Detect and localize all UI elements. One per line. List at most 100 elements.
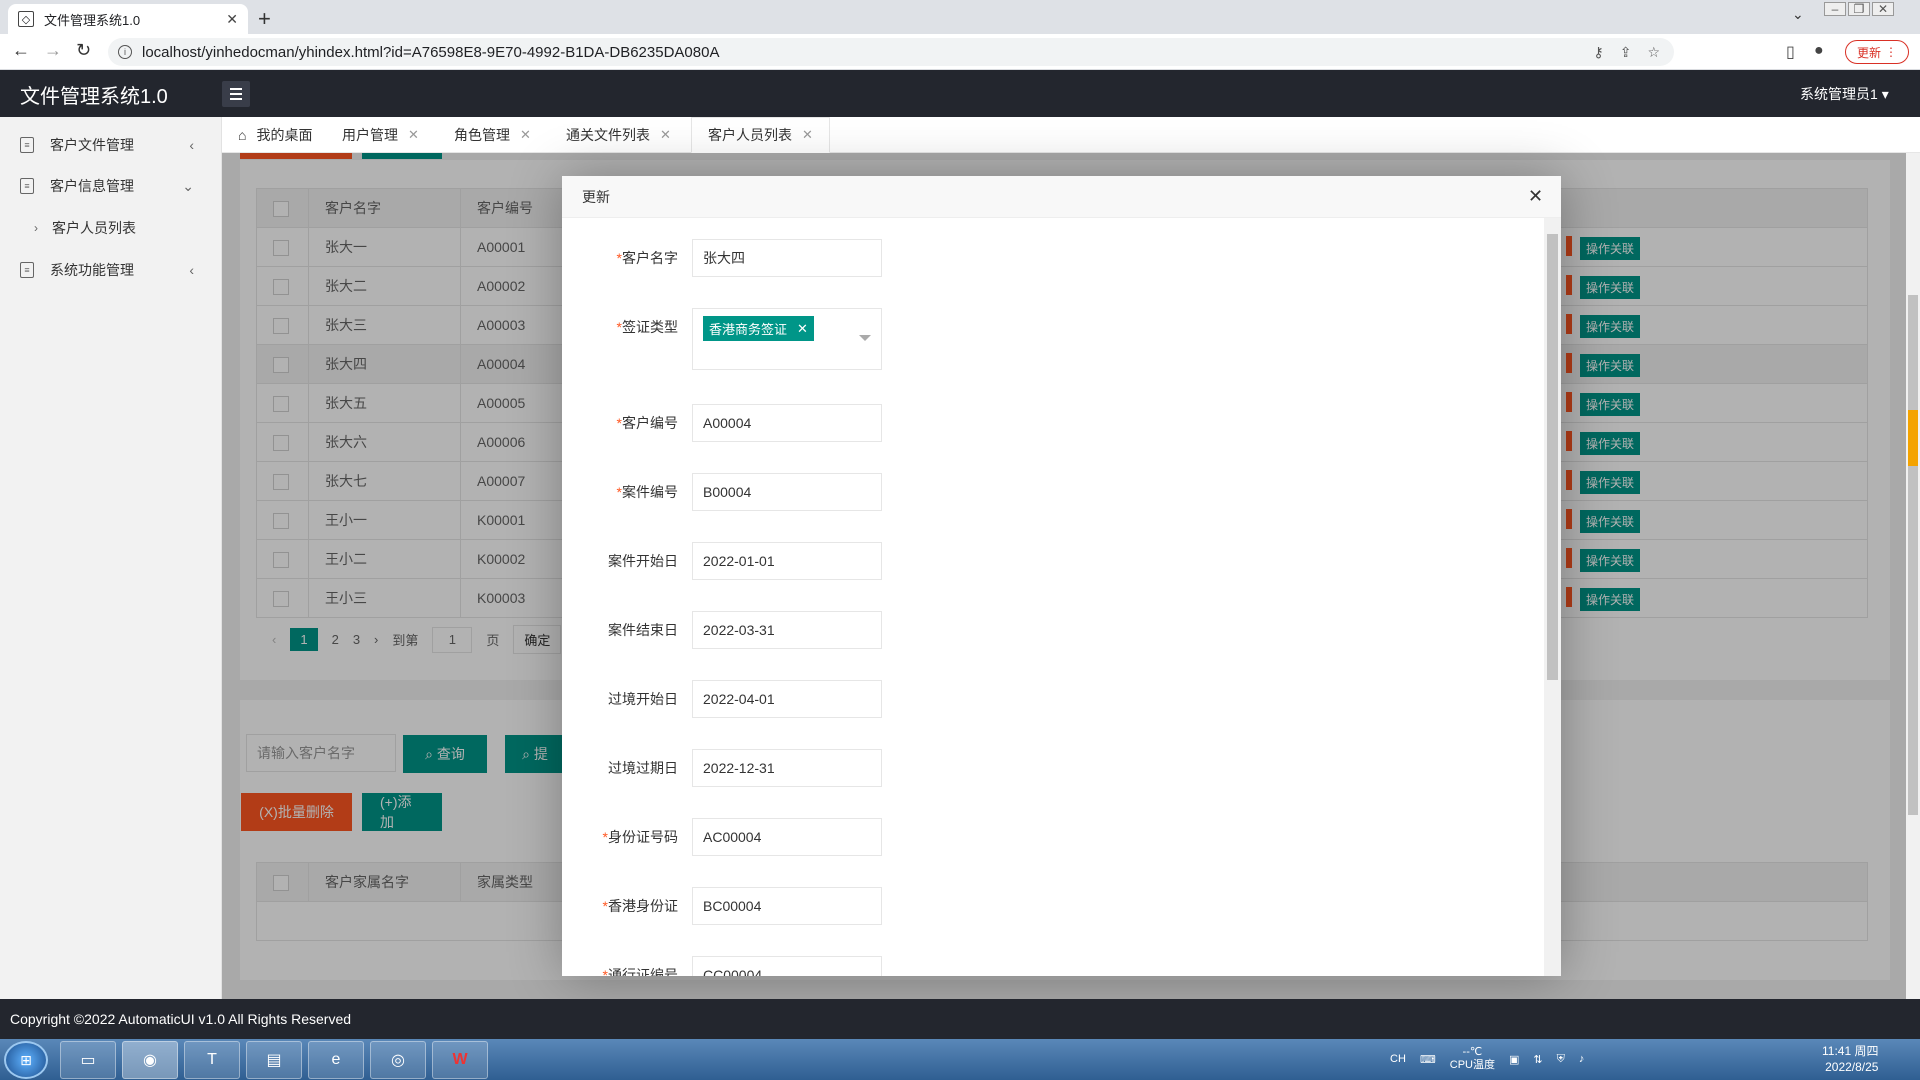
- tab-desktop[interactable]: ⌂ 我的桌面: [222, 117, 328, 153]
- close-icon[interactable]: ✕: [408, 127, 419, 143]
- home-icon: ⌂: [238, 127, 247, 143]
- site-info-icon[interactable]: i: [118, 45, 132, 59]
- case-start-field[interactable]: 2022-01-01: [692, 542, 882, 580]
- customer-name-field[interactable]: 张大四: [692, 239, 882, 277]
- close-tab-icon[interactable]: ✕: [226, 11, 238, 28]
- forward-icon[interactable]: →: [44, 40, 62, 61]
- visa-type-select[interactable]: 香港商务签证 ✕: [692, 308, 882, 370]
- form-row: *通行证编号 CC00004: [562, 956, 1462, 976]
- reload-icon[interactable]: ↻: [76, 40, 91, 61]
- minimize-icon[interactable]: –: [1824, 2, 1846, 16]
- taskbar-app-browser[interactable]: e: [308, 1041, 364, 1079]
- sidepanel-icon[interactable]: ▯: [1786, 42, 1795, 62]
- new-tab-icon[interactable]: +: [258, 6, 271, 32]
- permit-number-field[interactable]: CC00004: [692, 956, 882, 976]
- taskbar-app-text[interactable]: T: [184, 1041, 240, 1079]
- chevron-down-icon: ⌄: [182, 177, 194, 194]
- form-row: *客户编号 A00004: [562, 404, 1462, 442]
- dropdown-caret-icon: [859, 335, 871, 341]
- restore-icon[interactable]: ❐: [1848, 2, 1870, 16]
- case-end-field[interactable]: 2022-03-31: [692, 611, 882, 649]
- url-field[interactable]: i localhost/yinhedocman/yhindex.html?id=…: [108, 38, 1674, 66]
- close-icon[interactable]: ✕: [802, 127, 813, 143]
- chrome-icon: ◉: [143, 1052, 157, 1069]
- visa-chip: 香港商务签证 ✕: [703, 316, 814, 341]
- field-label: *客户名字: [616, 250, 678, 266]
- lang-indicator[interactable]: CH: [1390, 1053, 1406, 1065]
- monitor-icon[interactable]: ▣: [1509, 1053, 1519, 1066]
- page-scrollbar-thumb[interactable]: [1908, 295, 1918, 815]
- volume-icon[interactable]: ♪: [1579, 1053, 1585, 1065]
- document-icon: ≡: [20, 262, 34, 278]
- tab-customs-files[interactable]: 通关文件列表 ✕: [550, 117, 687, 153]
- transit-expiry-field[interactable]: 2022-12-31: [692, 749, 882, 787]
- taskbar-app-wechat[interactable]: ◎: [370, 1041, 426, 1079]
- dialog-title: 更新: [562, 176, 1561, 218]
- document-icon: ≡: [20, 178, 34, 194]
- field-label: *案件编号: [616, 484, 678, 500]
- tab-roles[interactable]: 角色管理 ✕: [438, 117, 547, 153]
- dialog-body: *客户名字 张大四 *签证类型 香港商务签证 ✕ *客户编号 A00004 *案件…: [562, 218, 1544, 976]
- back-icon[interactable]: ←: [12, 40, 30, 61]
- form-row: *客户名字 张大四: [562, 239, 1462, 277]
- tab-customer-list[interactable]: 客户人员列表 ✕: [691, 117, 830, 153]
- taskbar-app-files[interactable]: ▤: [246, 1041, 302, 1079]
- tab-label: 通关文件列表: [566, 127, 650, 143]
- start-button[interactable]: ⊞: [4, 1041, 48, 1079]
- close-icon[interactable]: ✕: [1528, 186, 1543, 207]
- tab-search-icon[interactable]: ⌄: [1792, 6, 1804, 23]
- url-text: localhost/yinhedocman/yhindex.html?id=A7…: [142, 43, 720, 61]
- sidebar-item-label: 系统功能管理: [50, 262, 134, 278]
- form-row: 过境开始日 2022-04-01: [562, 680, 1462, 718]
- sidebar-item-customer-files[interactable]: ≡ 客户文件管理 ‹: [0, 125, 222, 165]
- sidebar-item-label: 客户信息管理: [50, 178, 134, 194]
- customer-code-field[interactable]: A00004: [692, 404, 882, 442]
- profile-icon[interactable]: ●: [1814, 42, 1824, 60]
- browser-update-button[interactable]: 更新 ⋮: [1845, 40, 1909, 64]
- browser-tab[interactable]: ◇ 文件管理系统1.0 ✕: [8, 4, 248, 34]
- taskbar-app-explorer[interactable]: ▭: [60, 1041, 116, 1079]
- form-row: 过境过期日 2022-12-31: [562, 749, 1462, 787]
- tab-label: 用户管理: [342, 127, 398, 143]
- favicon-icon: ◇: [18, 11, 34, 27]
- id-number-field[interactable]: AC00004: [692, 818, 882, 856]
- wps-icon: W: [452, 1051, 468, 1068]
- shield-icon[interactable]: ⛨: [1557, 1053, 1565, 1066]
- field-label: *身份证号码: [602, 829, 678, 845]
- close-icon[interactable]: ✕: [520, 127, 531, 143]
- bookmark-star-icon[interactable]: ☆: [1647, 44, 1660, 61]
- keyboard-icon[interactable]: ⌨: [1420, 1053, 1436, 1066]
- form-row: *身份证号码 AC00004: [562, 818, 1462, 856]
- field-label: *通行证编号: [602, 967, 678, 976]
- dialog-scrollbar-thumb[interactable]: [1547, 234, 1558, 680]
- sidebar-item-system[interactable]: ≡ 系统功能管理 ‹: [0, 250, 222, 290]
- remove-chip-icon[interactable]: ✕: [797, 321, 808, 337]
- sidebar-item-label: 客户人员列表: [52, 220, 136, 236]
- taskbar-app-wps[interactable]: W: [432, 1041, 488, 1079]
- transit-start-field[interactable]: 2022-04-01: [692, 680, 882, 718]
- browser-tab-title: 文件管理系统1.0: [44, 12, 141, 28]
- form-row: *签证类型 香港商务签证 ✕: [562, 308, 1462, 370]
- close-icon[interactable]: ✕: [660, 127, 671, 143]
- chevron-left-icon: ‹: [189, 137, 194, 153]
- close-window-icon[interactable]: ✕: [1872, 2, 1894, 16]
- share-icon[interactable]: ⇪: [1620, 44, 1632, 61]
- hk-id-field[interactable]: BC00004: [692, 887, 882, 925]
- menu-toggle-button[interactable]: [222, 81, 250, 107]
- taskbar-app-chrome[interactable]: ◉: [122, 1041, 178, 1079]
- update-label: 更新: [1856, 45, 1881, 60]
- clock-time: 11:41 周四: [1822, 1044, 1879, 1058]
- sidebar-subitem-customer-list[interactable]: › 客户人员列表: [0, 210, 222, 246]
- tab-users[interactable]: 用户管理 ✕: [326, 117, 435, 153]
- chevron-right-icon: ›: [34, 221, 38, 235]
- footer: Copyright ©2022 AutomaticUI v1.0 All Rig…: [0, 999, 1920, 1039]
- text-editor-icon: T: [207, 1051, 217, 1068]
- clock[interactable]: 11:41 周四 2022/8/25: [1822, 1043, 1878, 1075]
- case-code-field[interactable]: B00004: [692, 473, 882, 511]
- network-icon[interactable]: ⇅: [1533, 1053, 1542, 1066]
- field-label: *客户编号: [616, 415, 678, 431]
- sidebar-item-customer-info[interactable]: ≡ 客户信息管理 ⌄: [0, 166, 222, 206]
- user-menu[interactable]: 系统管理员1 ▾: [1800, 84, 1889, 104]
- key-icon[interactable]: ⚷: [1593, 44, 1603, 61]
- folder-icon: ▤: [266, 1052, 282, 1069]
